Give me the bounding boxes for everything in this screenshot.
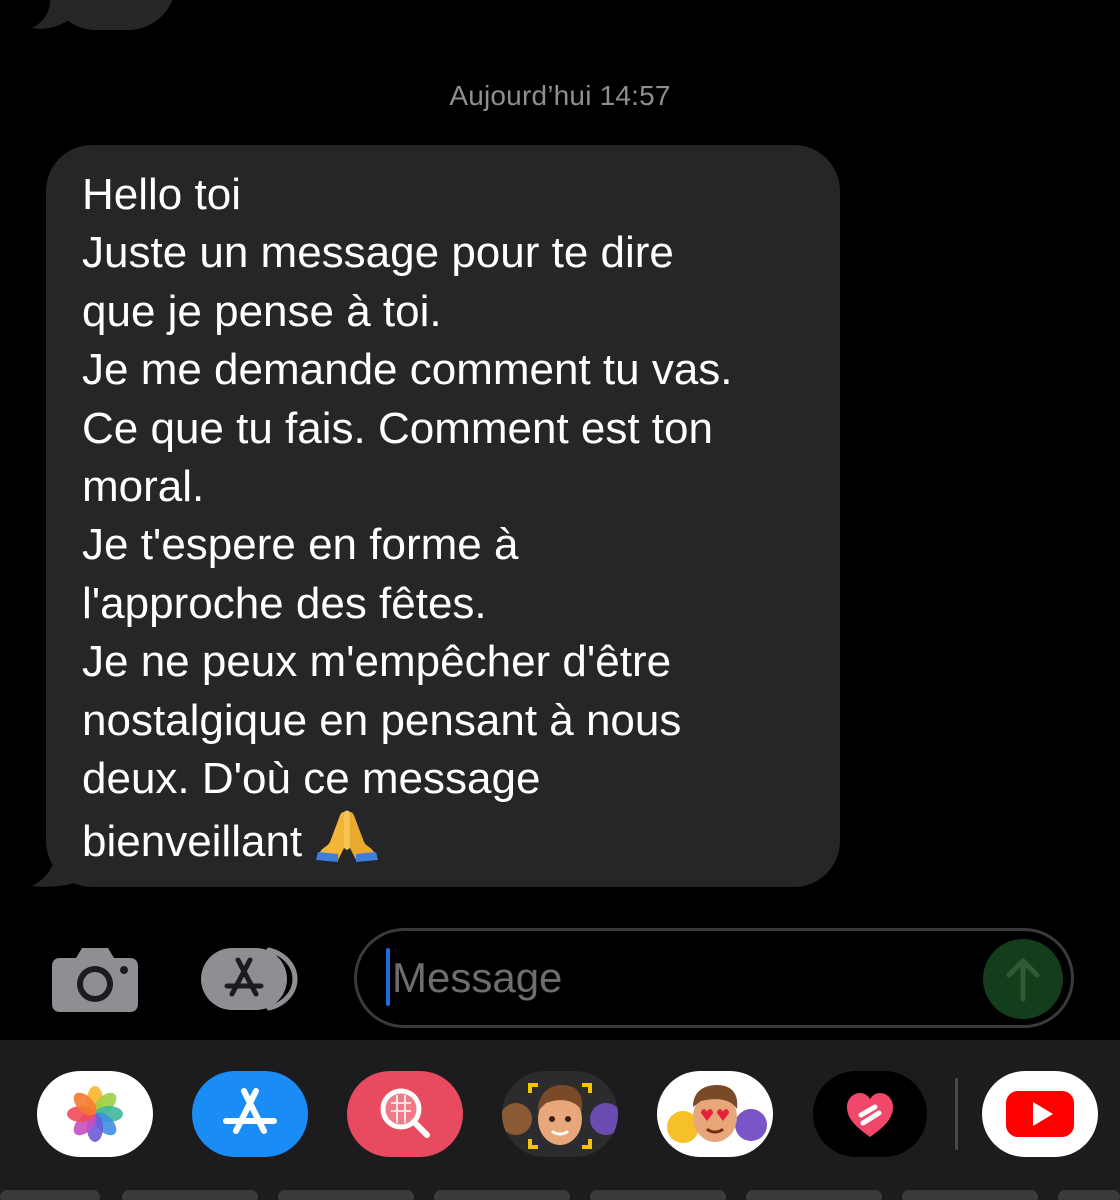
message-line: que je pense à toi. xyxy=(82,286,442,336)
message-timestamp: Aujourd’hui 14:57 xyxy=(449,80,671,111)
bubble-tail xyxy=(32,846,82,887)
message-line: nostalgique en pensant à nous xyxy=(82,695,682,745)
message-line: deux. D'où ce message xyxy=(82,754,541,804)
drawer-bottom-edge xyxy=(1058,1190,1120,1200)
message-text: Hello toi Juste un message pour te dire qu… xyxy=(82,166,822,878)
drawer-bottom-edge xyxy=(590,1190,726,1200)
digital-touch-app-icon[interactable] xyxy=(813,1071,927,1157)
photos-app-icon[interactable] xyxy=(37,1071,153,1157)
camera-icon[interactable] xyxy=(50,944,140,1014)
message-line: Je ne peux m'empêcher d'être xyxy=(82,637,672,687)
drawer-bottom-edge xyxy=(902,1190,1038,1200)
memoji-app-icon[interactable] xyxy=(502,1071,618,1157)
message-line: Je me demande comment tu vas. xyxy=(82,345,733,395)
message-line: moral. xyxy=(82,462,205,512)
drawer-bottom-edge xyxy=(746,1190,882,1200)
youtube-app-icon[interactable] xyxy=(982,1071,1098,1157)
drawer-bottom-edge xyxy=(434,1190,570,1200)
message-line: bienveillant xyxy=(82,817,303,867)
drawer-bottom-edge xyxy=(122,1190,258,1200)
arrow-up-icon xyxy=(1006,958,1040,1002)
messages-screen: Aujourd’hui 14:57 Hello toi Juste un mess… xyxy=(0,0,1120,1200)
previous-bubble-tail xyxy=(32,0,68,29)
message-line: Ce que tu fais. Comment est ton xyxy=(82,403,713,453)
drawer-bottom-edge xyxy=(278,1190,414,1200)
message-line: Hello toi xyxy=(82,170,241,219)
message-line: l'approche des fêtes. xyxy=(82,578,487,628)
image-search-app-icon[interactable] xyxy=(347,1071,463,1157)
folded-hands-icon xyxy=(316,808,379,877)
send-button[interactable] xyxy=(983,939,1063,1019)
text-caret xyxy=(386,948,390,1006)
drawer-bottom-edge xyxy=(0,1190,100,1200)
memoji-stickers-app-icon[interactable] xyxy=(657,1071,773,1157)
message-placeholder: Message xyxy=(392,954,563,1001)
message-line: Je t'espere en forme à xyxy=(82,520,519,570)
message-line-last: bienveillant xyxy=(82,808,822,877)
app-store-icon[interactable] xyxy=(199,946,307,1012)
message-line: Juste un message pour te dire xyxy=(82,228,674,278)
app-drawer-divider xyxy=(955,1078,958,1150)
app-store-app-icon[interactable] xyxy=(192,1071,308,1157)
